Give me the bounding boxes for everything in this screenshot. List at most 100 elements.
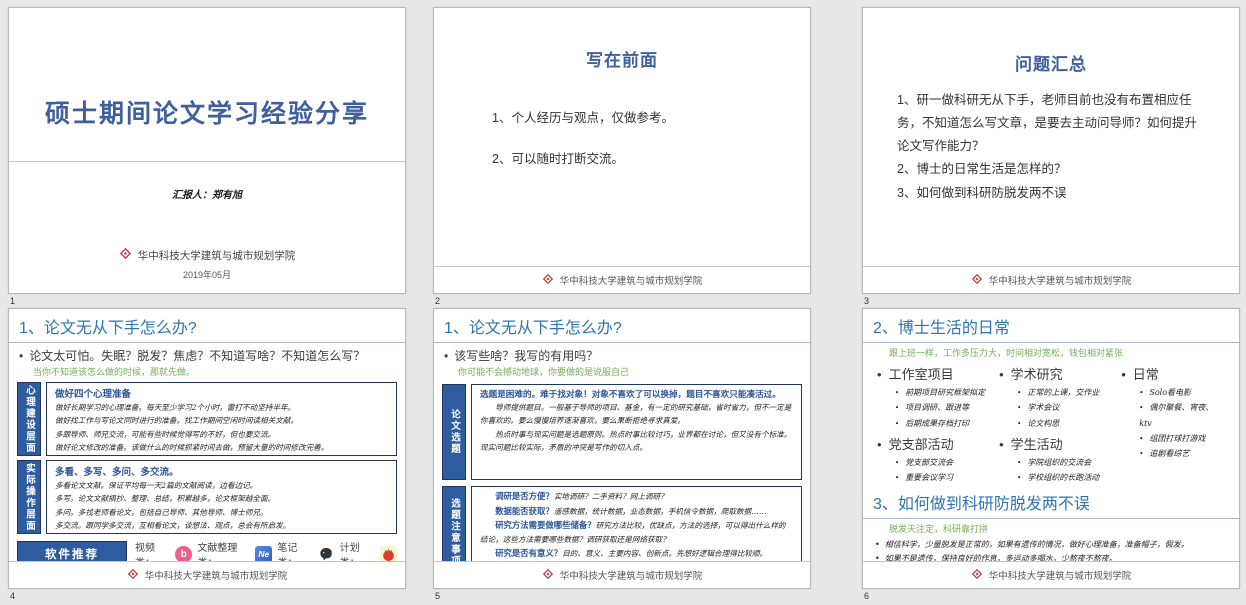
group-item: •偶尔聚餐、宵夜、ktv <box>1139 400 1225 430</box>
slide-1-footer: 华中科技大学建筑与城市规划学院 2019年05月 <box>9 247 405 281</box>
hairloss-bullet: •相信科学，少量脱发是正常的，如果有遗传的情况，做好心理准备，准备帽子，假发。 <box>875 538 1227 552</box>
page-number-4: 4 <box>10 591 406 601</box>
slide-footer: 华中科技大学建筑与城市规划学院 <box>863 561 1239 588</box>
bullet-dot: • <box>19 349 23 363</box>
group-studio-projects: •工作室项目 •前期项目研究框架拟定 •项目调研、跟进等 •后期成果存档打印 <box>877 364 999 431</box>
box-paragraph: 导师提供题目。一般基于导师的项目、基金，有一定的研究基础，省时省力，但不一定是你… <box>480 401 793 428</box>
group-item: •前期项目研究框架拟定 <box>895 385 999 400</box>
daily-life-columns: •工作室项目 •前期项目研究框架拟定 •项目调研、跟进等 •后期成果存档打印 •… <box>863 359 1239 488</box>
deck-title: 硕士期间论文学习经验分享 <box>9 94 405 130</box>
hust-logo-icon <box>127 568 139 583</box>
bullet-dot: • <box>999 437 1004 452</box>
slide-3[interactable]: 问题汇总 1、研一做科研无从下手，老师目前也没有布置相应任务，不知道怎么写文章，… <box>862 7 1240 294</box>
block-label: 实际操作层面 <box>17 460 41 534</box>
slide-footer: 华中科技大学建筑与城市规划学院 <box>863 266 1239 293</box>
bullet-dot: • <box>1121 367 1126 382</box>
slide-1-cell: 硕士期间论文学习经验分享 汇报人：郑有旭 华中科技大学建筑与城市规划学院 201… <box>8 7 406 306</box>
hust-logo-icon <box>542 568 554 583</box>
slide-6-cell: 2、博士生活的日常 跟上班一样，工作多压力大，时间相对宽松，钱包相对紧张 •工作… <box>862 308 1240 601</box>
group-daily: •日常 •Solo看电影 •偶尔聚餐、宵夜、ktv •组团打球打游戏 •追剧看综… <box>1121 364 1225 461</box>
box-line: 多跟导师、师兄交流，可能有些时候觉得写的不好，但也要交流。 <box>55 428 388 441</box>
presenter-line: 汇报人：郑有旭 <box>9 186 405 201</box>
page-number-6: 6 <box>864 591 1240 601</box>
org-name: 华中科技大学建筑与城市规划学院 <box>138 248 296 263</box>
block-label: 论文选题 <box>442 384 466 480</box>
slide-1[interactable]: 硕士期间论文学习经验分享 汇报人：郑有旭 华中科技大学建筑与城市规划学院 201… <box>8 7 406 294</box>
slide-5-bullet: •该写些啥？我写的有用吗？ <box>434 343 810 364</box>
group-item: •学校组织的长跑活动 <box>1017 470 1121 485</box>
group-item: •论文构思 <box>1017 416 1121 431</box>
topic-selection-block: 论文选题 选题是困难的。难于找对象！对象不喜欢了可以换掉，题目不喜欢只能凑活过。… <box>442 384 802 480</box>
footer-org-name: 华中科技大学建筑与城市规划学院 <box>560 568 703 582</box>
page-number-2: 2 <box>435 296 811 306</box>
slide-4-heading: 1、论文无从下手怎么办? <box>9 309 405 343</box>
box-item: 研究是否有意义？目的、意义、主要内容、创新点。先想好逻辑合理得比较顺。 <box>480 546 793 561</box>
box-line: 做好找工作与写论文同时进行的准备。找工作期间空闲时间读相关文献。 <box>55 414 388 427</box>
group-item: •项目调研、跟进等 <box>895 400 999 415</box>
slide-6[interactable]: 2、博士生活的日常 跟上班一样，工作多压力大，时间相对宽松，钱包相对紧张 •工作… <box>862 308 1240 589</box>
box-paragraph: 热点时事与现实问题是选题原则。热点时事比较讨巧，业界都在讨论，但又没有个标准。现… <box>480 428 793 455</box>
group-item: •正常的上课，交作业 <box>1017 385 1121 400</box>
hust-logo-icon <box>971 273 983 288</box>
slide-6-heading-daily: 2、博士生活的日常 <box>863 309 1239 343</box>
slide-6-green-note-2: 脱发天注定，科研靠打拼 <box>863 519 1239 535</box>
evernote-elephant-icon <box>318 546 335 563</box>
group-item: •组团打球打游戏 <box>1139 431 1225 446</box>
box-item: 调研是否方便？实地调研？二手资料？网上调研？ <box>480 489 793 504</box>
slide-6-heading-hairloss: 3、如何做到科研防脱发两不误 <box>863 488 1239 519</box>
slide-2-point: 2、可以随时打断交流。 <box>492 148 810 167</box>
slide-3-point: 2、博士的日常生活是怎样的？ <box>897 158 1205 181</box>
bullet-dot: • <box>877 437 882 452</box>
box-line: 做好长期学习的心理准备。每天至少学习2个小时，雷打不动坚持半年。 <box>55 401 388 414</box>
slide-3-point: 3、如何做到科研防脱发两不误 <box>897 182 1205 205</box>
box-title: 多看、多写、多问、多交流。 <box>55 464 388 478</box>
group-item: •后期成果存档打印 <box>895 416 999 431</box>
group-student-activities: •学生活动 •学院组织的交流会 •学校组织的长跑活动 <box>999 434 1121 486</box>
slide-sorter-view: 硕士期间论文学习经验分享 汇报人：郑有旭 华中科技大学建筑与城市规划学院 201… <box>0 0 1246 605</box>
slide-4-cell: 1、论文无从下手怎么办? •论文太可怕。失眠？脱发？焦虑？不知道写啥？不知道怎么… <box>8 308 406 601</box>
box-item: 研究方法需要做哪些储备？研究方法比较，优缺点，方法的选择，可以得出什么样的结论，… <box>480 518 793 546</box>
slide-footer: 华中科技大学建筑与城市规划学院 <box>434 561 810 588</box>
tomato-icon <box>380 546 397 563</box>
group-item: •重要会议学习 <box>895 470 999 485</box>
hust-logo-icon <box>542 273 554 288</box>
bullet-dot: • <box>444 349 448 363</box>
block-label: 心理建设层面 <box>17 382 41 456</box>
group-item: •学术会议 <box>1017 400 1121 415</box>
slide-footer: 华中科技大学建筑与城市规划学院 <box>9 561 405 588</box>
slide-5[interactable]: 1、论文无从下手怎么办? •该写些啥？我写的有用吗？ 你可能不会撼动地球，你要做… <box>433 308 811 589</box>
group-item: •党支部交流会 <box>895 455 999 470</box>
slide-5-green-note: 你可能不会撼动地球，你要做的是说服自己 <box>434 364 810 378</box>
slide-2-point: 1、个人经历与观点，仅做参考。 <box>492 107 810 126</box>
page-number-5: 5 <box>435 591 811 601</box>
group-item: •追剧看综艺 <box>1139 446 1225 461</box>
slide-5-cell: 1、论文无从下手怎么办? •该写些啥？我写的有用吗？ 你可能不会撼动地球，你要做… <box>433 308 811 601</box>
group-party-branch: •党支部活动 •党支部交流会 •重要会议学习 <box>877 434 999 486</box>
slide-3-cell: 问题汇总 1、研一做科研无从下手，老师目前也没有布置相应任务，不知道怎么写文章，… <box>862 7 1240 306</box>
footer-org-name: 华中科技大学建筑与城市规划学院 <box>989 568 1132 582</box>
box-line: 多写。论文文献摘抄、整理、总结，积累越多，论文框架越全面。 <box>55 492 388 505</box>
page-number-1: 1 <box>10 296 406 306</box>
slide-2-cell: 写在前面 1、个人经历与观点，仅做参考。 2、可以随时打断交流。 华中科技大学建… <box>433 7 811 306</box>
slide-4-bullet: •论文太可怕。失眠？脱发？焦虑？不知道写啥？不知道怎么写？ <box>9 343 405 364</box>
group-item: •Solo看电影 <box>1139 385 1225 400</box>
psych-block: 心理建设层面 做好四个心理准备 做好长期学习的心理准备。每天至少学习2个小时，雷… <box>17 382 397 456</box>
slide-4[interactable]: 1、论文无从下手怎么办? •论文太可怕。失眠？脱发？焦虑？不知道写啥？不知道怎么… <box>8 308 406 589</box>
slide-6-green-note-1: 跟上班一样，工作多压力大，时间相对宽松，钱包相对紧张 <box>863 343 1239 359</box>
date-line: 2019年05月 <box>9 268 405 281</box>
slide-2[interactable]: 写在前面 1、个人经历与观点，仅做参考。 2、可以随时打断交流。 华中科技大学建… <box>433 7 811 294</box>
bullet-dot: • <box>999 367 1004 382</box>
slide-4-green-note: 当你不知道该怎么做的时候，那就先做。 <box>9 364 405 378</box>
bilibili-icon: b <box>175 546 192 563</box>
slide-footer: 华中科技大学建筑与城市规划学院 <box>434 266 810 293</box>
bullet-dot: • <box>877 367 882 382</box>
divider <box>9 161 405 162</box>
footer-org-name: 华中科技大学建筑与城市规划学院 <box>560 273 703 287</box>
slide-2-title: 写在前面 <box>434 46 810 71</box>
hust-logo-icon <box>119 247 132 263</box>
box-item: 数据能否获取？遥感数据，统计数据，业态数据，手机信令数据，爬取数据…… <box>480 504 793 519</box>
box-line: 多问。多找老师看论文，包括自己导师、其他导师、博士师兄。 <box>55 506 388 519</box>
box-title: 做好四个心理准备 <box>55 386 388 400</box>
footer-org-name: 华中科技大学建筑与城市规划学院 <box>145 568 288 582</box>
page-number-3: 3 <box>864 296 1240 306</box>
